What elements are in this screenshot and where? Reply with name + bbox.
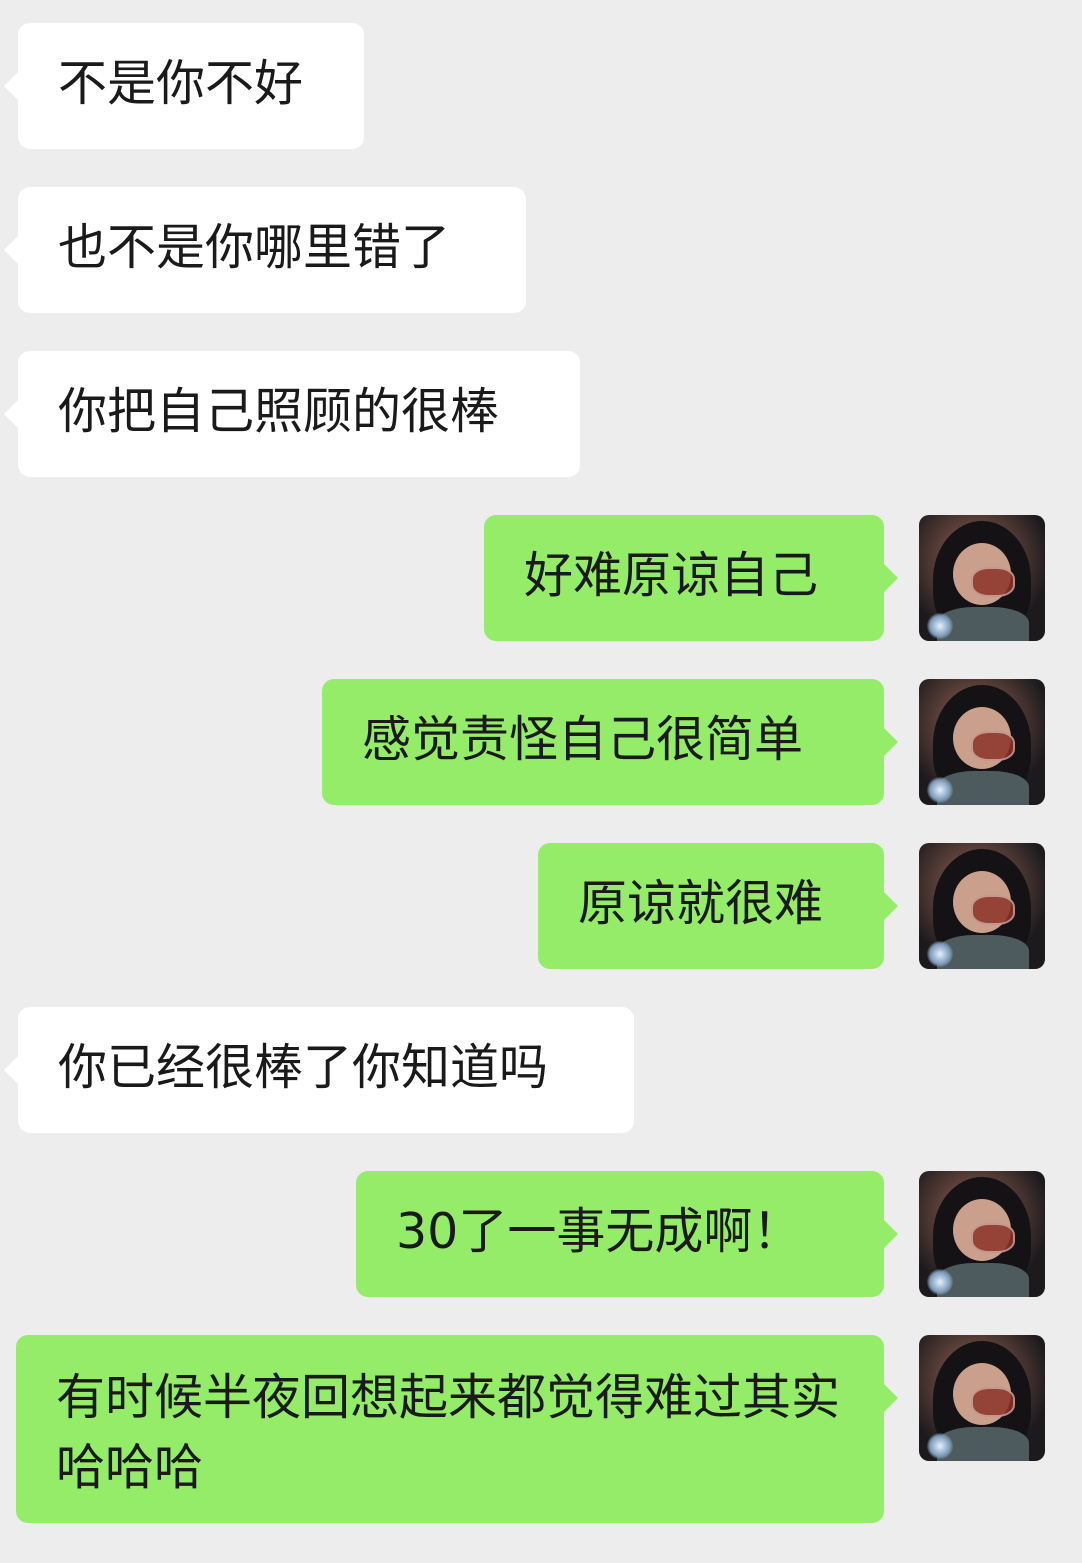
received-message-bubble[interactable]: 你把自己照顾的很棒 xyxy=(4,351,580,477)
user-avatar[interactable] xyxy=(919,1171,1045,1297)
user-avatar[interactable] xyxy=(919,1335,1045,1461)
message-text: 你已经很棒了你知道吗 xyxy=(58,1039,549,1096)
sent-message-bubble[interactable]: 有时候半夜回想起来都觉得难过其实哈哈哈 xyxy=(16,1335,898,1523)
sent-message-bubble[interactable]: 原谅就很难 xyxy=(538,843,898,969)
user-avatar[interactable] xyxy=(919,843,1045,969)
message-text: 你把自己照顾的很棒 xyxy=(58,383,500,440)
avatar-wine-glass xyxy=(971,567,1015,597)
avatar-light xyxy=(927,613,953,639)
user-avatar[interactable] xyxy=(919,679,1045,805)
user-avatar[interactable] xyxy=(919,515,1045,641)
received-message-bubble[interactable]: 你已经很棒了你知道吗 xyxy=(4,1007,634,1133)
sent-message-bubble[interactable]: 好难原谅自己 xyxy=(484,515,898,641)
received-message-bubble[interactable]: 也不是你哪里错了 xyxy=(4,187,526,313)
sent-message-bubble[interactable]: 30了一事无成啊！ xyxy=(356,1171,898,1297)
message-text: 不是你不好 xyxy=(58,55,304,112)
message-text: 有时候半夜回想起来都觉得难过其实哈哈哈 xyxy=(56,1369,841,1496)
avatar-light xyxy=(927,1433,953,1459)
received-message-bubble[interactable]: 不是你不好 xyxy=(4,23,364,149)
avatar-wine-glass xyxy=(971,895,1015,925)
message-text: 感觉责怪自己很简单 xyxy=(362,711,804,768)
message-text: 30了一事无成啊！ xyxy=(396,1203,802,1260)
message-text: 原谅就很难 xyxy=(578,875,824,932)
message-text: 好难原谅自己 xyxy=(524,547,819,604)
avatar-wine-glass xyxy=(971,1387,1015,1417)
avatar-wine-glass xyxy=(971,1223,1015,1253)
message-text: 也不是你哪里错了 xyxy=(58,219,451,276)
avatar-wine-glass xyxy=(971,731,1015,761)
sent-message-bubble[interactable]: 感觉责怪自己很简单 xyxy=(322,679,898,805)
avatar-light xyxy=(927,941,953,967)
avatar-light xyxy=(927,777,953,803)
avatar-light xyxy=(927,1269,953,1295)
